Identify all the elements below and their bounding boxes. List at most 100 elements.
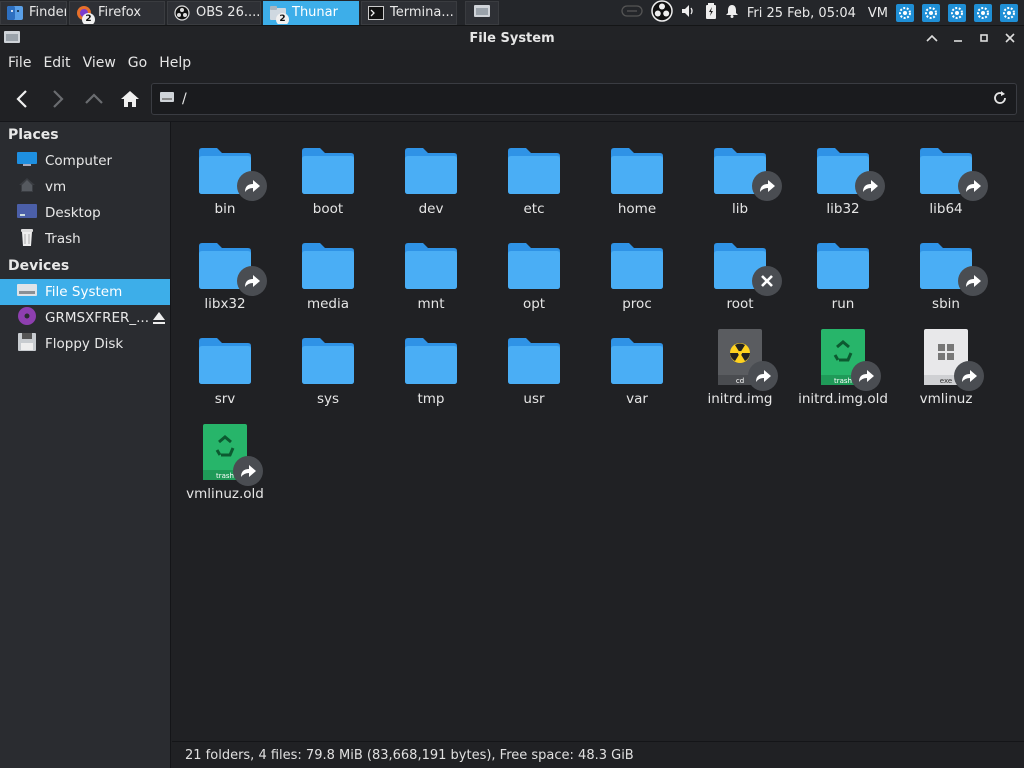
menu-help[interactable]: Help [153,55,197,71]
file-item-mnt[interactable]: mnt [381,222,481,317]
symlink-emblem-icon [958,266,988,296]
file-item-proc[interactable]: proc [587,222,687,317]
sidebar-section-places: Places [8,127,59,143]
file-name: vmlinuz.old [186,486,264,502]
file-item-var[interactable]: var [587,317,687,412]
file-item-vmlinuz[interactable]: exe vmlinuz [896,317,996,412]
network-icon[interactable] [621,4,643,22]
file-name: sbin [932,296,960,312]
notification-bell-icon[interactable] [725,4,739,22]
unreadable-emblem-icon [752,266,782,296]
file-item-lib64[interactable]: lib64 [896,127,996,222]
file-name: lib32 [826,201,860,217]
file-name: var [626,391,648,407]
file-icon: cd [712,329,778,391]
back-button[interactable] [7,84,37,114]
sidebar-item-vm[interactable]: vm [0,174,170,200]
chevron-right-icon [53,90,64,108]
file-item-lib32[interactable]: lib32 [793,127,893,222]
sidebar-item-desktop[interactable]: Desktop [0,200,170,226]
clock[interactable]: Fri 25 Feb, 05:04 [747,6,856,21]
up-button[interactable] [79,84,109,114]
location-path[interactable]: / [182,91,187,107]
menu-go[interactable]: Go [122,55,153,71]
maximize-icon[interactable] [974,28,994,48]
folder-icon [609,234,665,290]
volume-icon[interactable] [681,4,697,22]
chevron-up-icon [85,93,103,104]
menu-view[interactable]: View [77,55,122,71]
gear-icon[interactable] [974,4,992,22]
folder-icon [815,139,885,201]
file-name: srv [214,391,236,407]
file-item-dev[interactable]: dev [381,127,481,222]
sidebar-item-trash[interactable]: Trash [0,226,170,252]
file-item-lib[interactable]: lib [690,127,790,222]
file-item-opt[interactable]: opt [484,222,584,317]
file-item-home[interactable]: home [587,127,687,222]
svg-text:exe: exe [940,377,952,385]
menu-edit[interactable]: Edit [37,55,76,71]
window-controls [922,28,1020,48]
gear-icon[interactable] [922,4,940,22]
symlink-emblem-icon [748,361,778,391]
symlink-emblem-icon [752,171,782,201]
file-item-initrd-img-old[interactable]: trash initrd.img.old [793,317,893,412]
folder-icon [918,234,988,296]
gear-icon[interactable] [1000,4,1018,22]
sidebar-item-grmsxfrer[interactable]: GRMSXFRER_... [0,305,170,331]
file-item-bin[interactable]: bin [175,127,275,222]
task-firefox[interactable]: 2 Firefox [69,0,165,25]
sidebar-item-floppy-disk[interactable]: Floppy Disk [0,331,170,357]
sidebar-item-file-system[interactable]: File System [0,279,170,305]
folder-icon [197,139,267,201]
file-item-run[interactable]: run [793,222,893,317]
file-item-tmp[interactable]: tmp [381,317,481,412]
eject-icon[interactable] [152,311,166,329]
task-terminal[interactable]: Termina... [361,0,457,25]
obs-tray-icon[interactable] [651,0,673,26]
file-item-srv[interactable]: srv [175,317,275,412]
file-name: home [617,201,657,217]
window-titlebar[interactable]: File System [0,26,1024,50]
folder-icon [197,329,253,385]
task-thunar[interactable]: 2 Thunar [263,0,359,25]
gear-icon[interactable] [896,4,914,22]
file-item-sbin[interactable]: sbin [896,222,996,317]
task-finder[interactable]: Finder [0,0,67,25]
file-item-libx32[interactable]: libx32 [175,222,275,317]
floppy-icon [17,332,37,356]
forward-button[interactable] [43,84,73,114]
monitor-icon [17,151,37,171]
file-item-media[interactable]: media [278,222,378,317]
file-item-sys[interactable]: sys [278,317,378,412]
location-bar[interactable]: / [151,83,1017,115]
chevron-up-icon[interactable] [922,28,942,48]
file-item-initrd-img[interactable]: cd initrd.img [690,317,790,412]
minimize-icon[interactable] [948,28,968,48]
file-item-boot[interactable]: boot [278,127,378,222]
window-icon [474,4,490,21]
task-label: Firefox [98,5,142,20]
reload-icon[interactable] [992,90,1008,110]
symlink-emblem-icon [237,171,267,201]
task-obs[interactable]: OBS 26.... [167,0,261,25]
drive-icon [17,282,37,302]
close-icon[interactable] [1000,28,1020,48]
file-name: bin [214,201,236,217]
window-icon[interactable] [4,30,20,48]
file-item-vmlinuz-old[interactable]: trash vmlinuz.old [175,412,275,507]
menu-file[interactable]: File [2,55,37,71]
file-item-root[interactable]: root [690,222,790,317]
file-item-etc[interactable]: etc [484,127,584,222]
task-window-preview[interactable] [465,0,499,25]
user-label[interactable]: VM [868,6,888,21]
file-item-usr[interactable]: usr [484,317,584,412]
folder-icon [712,139,782,201]
home-button[interactable] [115,84,145,114]
file-view[interactable]: bin boot dev etc home lib lib32 lib64 libx32 medi… [172,122,1024,740]
toolbar: / [0,76,1024,122]
sidebar-item-computer[interactable]: Computer [0,148,170,174]
gear-icon[interactable] [948,4,966,22]
battery-icon[interactable] [705,3,717,23]
